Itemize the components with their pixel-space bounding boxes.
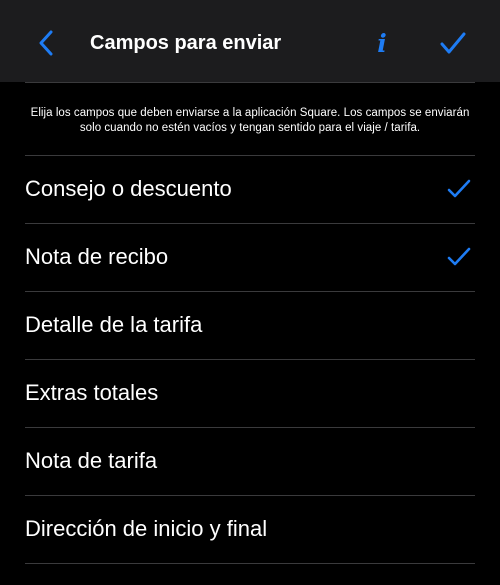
field-label: Nota de recibo bbox=[25, 244, 169, 269]
row-separator bbox=[25, 563, 475, 564]
field-label: Consejo o descuento bbox=[25, 176, 232, 201]
field-label: Extras totales bbox=[25, 380, 159, 405]
page-title: Campos para enviar bbox=[90, 32, 282, 54]
field-row-fare-note[interactable]: Nota de tarifa bbox=[0, 427, 500, 495]
field-row-total-extras[interactable]: Extras totales bbox=[0, 359, 500, 427]
field-list: Consejo o descuento Nota de recibo Detalle… bbox=[0, 155, 500, 564]
description-text: Elija los campos que deben enviarse a la… bbox=[30, 107, 470, 134]
back-button[interactable] bbox=[30, 26, 62, 60]
info-button[interactable]: i bbox=[368, 26, 396, 60]
chevron-left-icon bbox=[39, 30, 53, 56]
checkmark-icon bbox=[440, 32, 466, 54]
divider bbox=[25, 82, 475, 83]
list-end-divider bbox=[0, 563, 500, 564]
field-row-tip-discount[interactable]: Consejo o descuento bbox=[0, 155, 500, 223]
done-button[interactable] bbox=[436, 26, 470, 60]
field-label: Detalle de la tarifa bbox=[25, 312, 203, 337]
field-row-receipt-note[interactable]: Nota de recibo bbox=[0, 223, 500, 291]
navigation-bar: Campos para enviar i bbox=[0, 0, 500, 82]
field-label: Dirección de inicio y final bbox=[25, 516, 268, 541]
checkmark-icon bbox=[447, 179, 471, 198]
field-row-start-end-address[interactable]: Dirección de inicio y final bbox=[0, 495, 500, 563]
info-icon: i bbox=[377, 28, 387, 58]
field-row-fare-detail[interactable]: Detalle de la tarifa bbox=[0, 291, 500, 359]
field-label: Nota de tarifa bbox=[25, 448, 158, 473]
checkmark-icon bbox=[447, 247, 471, 266]
